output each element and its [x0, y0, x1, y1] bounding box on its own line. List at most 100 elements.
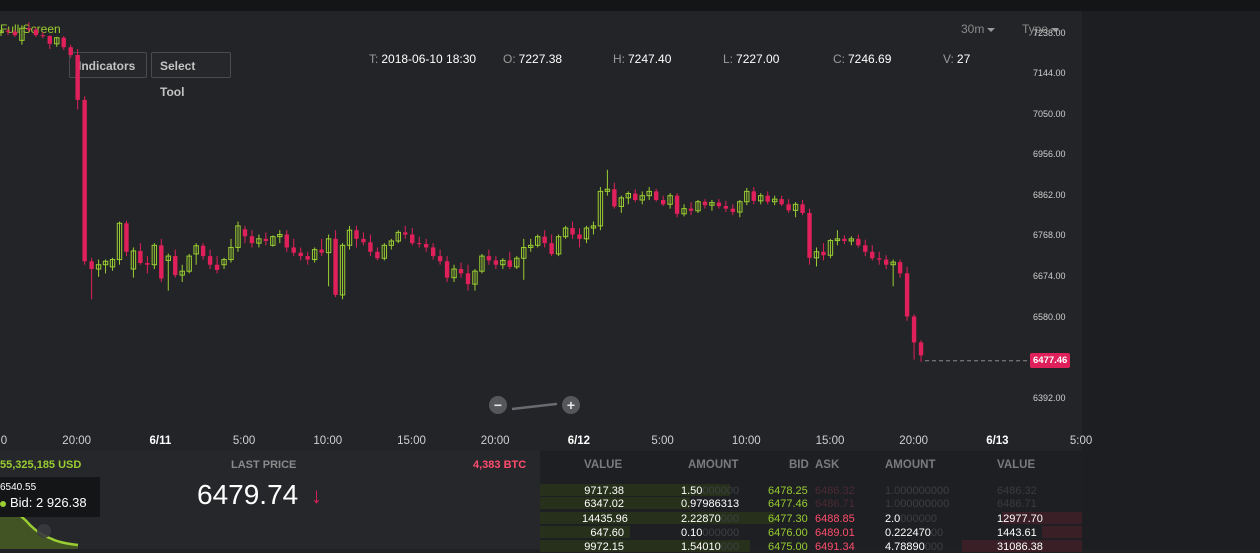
candle[interactable]: [779, 199, 784, 205]
candle[interactable]: [842, 238, 847, 241]
candle[interactable]: [430, 247, 436, 257]
candle[interactable]: [549, 243, 554, 254]
bid-amount-cell[interactable]: 0.10000000: [681, 527, 739, 539]
candle[interactable]: [702, 201, 708, 206]
candle[interactable]: [807, 212, 812, 258]
candle[interactable]: [723, 206, 729, 209]
candle[interactable]: [800, 204, 805, 213]
zoom-slider[interactable]: [512, 398, 558, 412]
ask-amount-cell[interactable]: 2.0000000: [885, 513, 937, 525]
ask-price-cell[interactable]: 6489.01: [815, 527, 855, 539]
candle[interactable]: [765, 195, 770, 202]
candle[interactable]: [33, 29, 39, 36]
candle[interactable]: [173, 256, 178, 276]
candle[interactable]: [159, 245, 164, 279]
bid-amount-cell[interactable]: 1.50000000: [681, 485, 739, 497]
bid-value-cell[interactable]: 6347.02: [582, 498, 624, 510]
ask-price-cell[interactable]: 6486.71: [815, 498, 855, 510]
ask-value-cell[interactable]: 12977.70: [997, 513, 1043, 525]
candle[interactable]: [444, 261, 450, 278]
candle[interactable]: [493, 260, 499, 265]
candle[interactable]: [138, 250, 143, 263]
candle[interactable]: [61, 37, 66, 48]
candle[interactable]: [653, 191, 659, 200]
candle[interactable]: [68, 47, 73, 56]
candle[interactable]: [26, 28, 32, 30]
candle[interactable]: [291, 247, 296, 253]
bid-price-cell[interactable]: 6477.46: [768, 498, 808, 510]
candle[interactable]: [863, 245, 868, 252]
candle[interactable]: [319, 249, 324, 253]
candle[interactable]: [75, 55, 80, 100]
zoom-out-button[interactable]: −: [489, 396, 507, 414]
ask-price-cell[interactable]: 6491.34: [815, 541, 855, 553]
ask-price-cell[interactable]: 6486.32: [815, 485, 855, 497]
candle[interactable]: [423, 244, 429, 248]
candle[interactable]: [47, 36, 52, 44]
candle[interactable]: [507, 260, 513, 267]
ask-price-cell[interactable]: 6488.85: [815, 513, 855, 525]
bid-amount-cell[interactable]: 1.54010000: [681, 541, 739, 553]
candlestick-chart[interactable]: [0, 11, 1030, 411]
candle[interactable]: [465, 273, 471, 285]
candle[interactable]: [918, 342, 924, 356]
candle[interactable]: [674, 195, 680, 214]
candle[interactable]: [821, 251, 826, 256]
candle[interactable]: [856, 238, 861, 246]
candle[interactable]: [333, 238, 338, 295]
ask-value-cell[interactable]: 31086.38: [997, 541, 1043, 553]
candle[interactable]: [354, 230, 359, 239]
bid-value-cell[interactable]: 647.60: [582, 527, 624, 539]
candle[interactable]: [305, 256, 310, 260]
ask-amount-cell[interactable]: 1.000000000: [885, 485, 949, 497]
bid-price-cell[interactable]: 6475.00: [768, 541, 808, 553]
candle[interactable]: [214, 264, 220, 270]
candle[interactable]: [877, 258, 882, 260]
candle[interactable]: [263, 238, 269, 241]
candle[interactable]: [486, 256, 492, 261]
candle[interactable]: [12, 31, 18, 36]
bid-value-cell[interactable]: 9717.38: [582, 485, 624, 497]
bid-price-cell[interactable]: 6476.00: [768, 527, 808, 539]
candle[interactable]: [904, 273, 910, 317]
candle[interactable]: [207, 256, 213, 265]
candle[interactable]: [911, 316, 917, 343]
bid-value-cell[interactable]: 14435.96: [582, 513, 628, 525]
candle[interactable]: [242, 229, 248, 237]
ask-value-cell[interactable]: 6486.32: [997, 485, 1037, 497]
candle[interactable]: [612, 189, 617, 207]
candle[interactable]: [82, 99, 87, 262]
candle[interactable]: [751, 191, 756, 201]
candle[interactable]: [284, 234, 289, 248]
candle[interactable]: [716, 202, 722, 207]
ask-value-cell[interactable]: 6486.71: [997, 498, 1037, 510]
candle[interactable]: [361, 238, 366, 243]
candle[interactable]: [145, 262, 150, 265]
candle[interactable]: [249, 236, 255, 244]
bid-value-cell[interactable]: 9972.15: [582, 541, 624, 553]
candle[interactable]: [40, 35, 46, 37]
candle[interactable]: [883, 259, 889, 265]
candle[interactable]: [375, 251, 380, 259]
candle[interactable]: [5, 30, 11, 32]
candle[interactable]: [200, 245, 206, 257]
candle[interactable]: [0, 30, 4, 34]
candle[interactable]: [660, 199, 666, 205]
candle[interactable]: [437, 256, 443, 262]
candle[interactable]: [89, 261, 94, 270]
zoom-in-button[interactable]: +: [562, 396, 580, 414]
candle[interactable]: [542, 236, 547, 244]
bid-amount-cell[interactable]: 2.22870000: [681, 513, 739, 525]
candle[interactable]: [124, 223, 129, 252]
candle[interactable]: [577, 234, 582, 239]
ask-amount-cell[interactable]: 4.78890000: [885, 541, 943, 553]
candle[interactable]: [403, 232, 408, 235]
candle[interactable]: [458, 269, 464, 274]
candle[interactable]: [410, 234, 415, 244]
candle[interactable]: [298, 252, 303, 257]
candle[interactable]: [570, 228, 575, 235]
bid-amount-cell[interactable]: 0.97986313: [681, 498, 739, 510]
candle[interactable]: [730, 208, 736, 213]
candle[interactable]: [870, 251, 875, 259]
candle[interactable]: [417, 243, 422, 245]
